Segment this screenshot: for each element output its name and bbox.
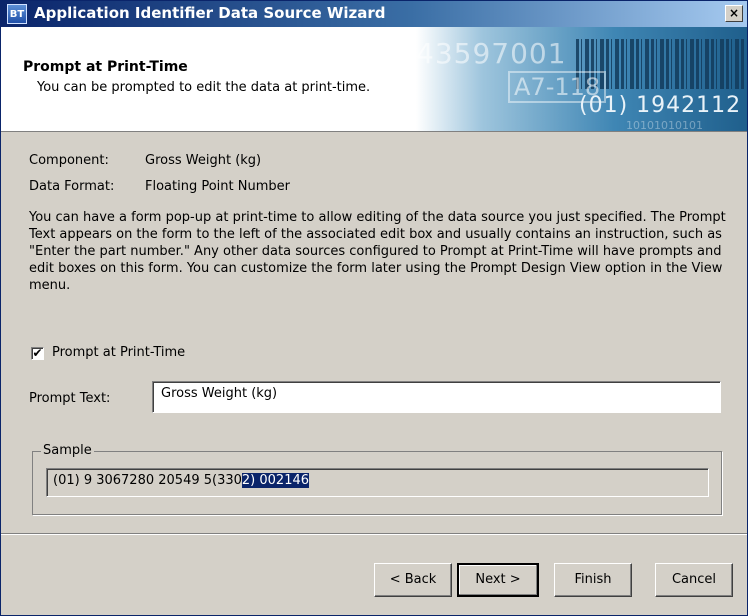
banner-bits: 10101010101 <box>626 119 703 131</box>
button-separator <box>1 533 747 535</box>
component-value: Gross Weight (kg) <box>145 153 262 168</box>
next-button[interactable]: Next > <box>457 563 539 597</box>
data-format-label: Data Format: <box>29 179 115 194</box>
description-text: You can have a form pop-up at print-time… <box>29 210 726 293</box>
sample-value-text: (01) 9 3067280 20549 5(330 <box>53 473 242 488</box>
component-label: Component: <box>29 153 109 168</box>
step-title: Prompt at Print-Time <box>23 59 188 75</box>
window-title: Application Identifier Data Source Wizar… <box>34 4 386 22</box>
app-icon: BT <box>7 4 27 24</box>
data-format-row: Data Format: Floating Point Number <box>29 179 290 194</box>
barcode-banner-image: 43597001 A7-118 (01) 1942112 10101010101 <box>416 27 747 131</box>
prompt-text-label: Prompt Text: <box>29 391 111 406</box>
wizard-header: Prompt at Print-Time You can be prompted… <box>1 27 747 132</box>
sample-field[interactable]: (01) 9 3067280 20549 5(3302) 002146 <box>46 468 709 497</box>
banner-number: 43597001 <box>416 37 567 70</box>
wizard-window: BT Application Identifier Data Source Wi… <box>0 0 748 616</box>
component-row: Component: Gross Weight (kg) <box>29 153 261 168</box>
finish-button[interactable]: Finish <box>554 563 632 597</box>
title-bar[interactable]: BT Application Identifier Data Source Wi… <box>1 1 747 27</box>
sample-groupbox: Sample (01) 9 3067280 20549 5(3302) 0021… <box>32 443 722 515</box>
prompt-at-print-time-label[interactable]: Prompt at Print-Time <box>52 345 185 360</box>
close-button[interactable]: × <box>725 5 743 22</box>
prompt-at-print-time-checkbox[interactable]: ✔ <box>31 347 44 360</box>
data-format-value: Floating Point Number <box>145 179 290 194</box>
back-button[interactable]: < Back <box>374 563 452 597</box>
banner-code: (01) 1942112 <box>579 93 742 118</box>
prompt-text-input[interactable]: Gross Weight (kg) <box>152 381 721 413</box>
step-subtitle: You can be prompted to edit the data at … <box>37 80 371 95</box>
sample-selected-text: 2) 002146 <box>241 473 310 488</box>
sample-group-label: Sample <box>41 443 94 458</box>
cancel-button[interactable]: Cancel <box>655 563 733 597</box>
